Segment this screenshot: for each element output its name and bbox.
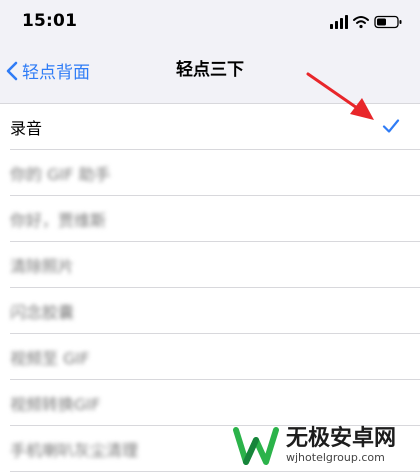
status-time: 15:01	[22, 11, 78, 31]
list-item[interactable]: 你好，贾维斯	[0, 196, 420, 242]
list-item-label: 闪念胶囊	[10, 303, 75, 322]
status-icons	[330, 14, 404, 30]
back-button[interactable]: 轻点背面	[0, 44, 90, 96]
list-item[interactable]: 清除照片	[0, 242, 420, 288]
back-label: 轻点背面	[22, 62, 90, 83]
list-item-label: 你好，贾维斯	[10, 211, 107, 230]
list-item[interactable]: 你的 GIF 助手	[0, 150, 420, 196]
wifi-icon	[353, 16, 369, 29]
watermark-title: 无极安卓网	[286, 426, 397, 451]
navigation-bar: 轻点背面 轻点三下	[0, 44, 420, 97]
watermark-logo-icon	[233, 427, 279, 465]
list-section-gap	[0, 96, 420, 104]
list-item-recording[interactable]: 录音	[0, 104, 420, 150]
list-item-label: 录音	[10, 119, 43, 138]
list-item-label: 视频转换GIF	[10, 395, 101, 414]
list-item[interactable]: 视频至 GIF	[0, 334, 420, 380]
cellular-signal-icon	[330, 15, 348, 29]
list-item[interactable]: 闪念胶囊	[0, 288, 420, 334]
checkmark-icon	[382, 119, 400, 133]
list-item-label: 你的 GIF 助手	[10, 165, 111, 184]
watermark-url: wjhotelgroup.com	[286, 451, 385, 464]
watermark: 无极安卓网 wjhotelgroup.com	[232, 420, 420, 472]
shortcut-list: 录音 你的 GIF 助手 你好，贾维斯 清除照片 闪念胶囊 视频至 GIF 视频…	[0, 96, 420, 472]
list-item-label: 视频至 GIF	[10, 349, 90, 368]
list-item-label: 手机喇叭灰尘清理	[10, 441, 139, 460]
battery-icon	[374, 15, 402, 29]
list-item-label: 清除照片	[10, 257, 75, 276]
status-bar: 15:01	[0, 0, 420, 44]
chevron-left-icon	[6, 61, 18, 80]
